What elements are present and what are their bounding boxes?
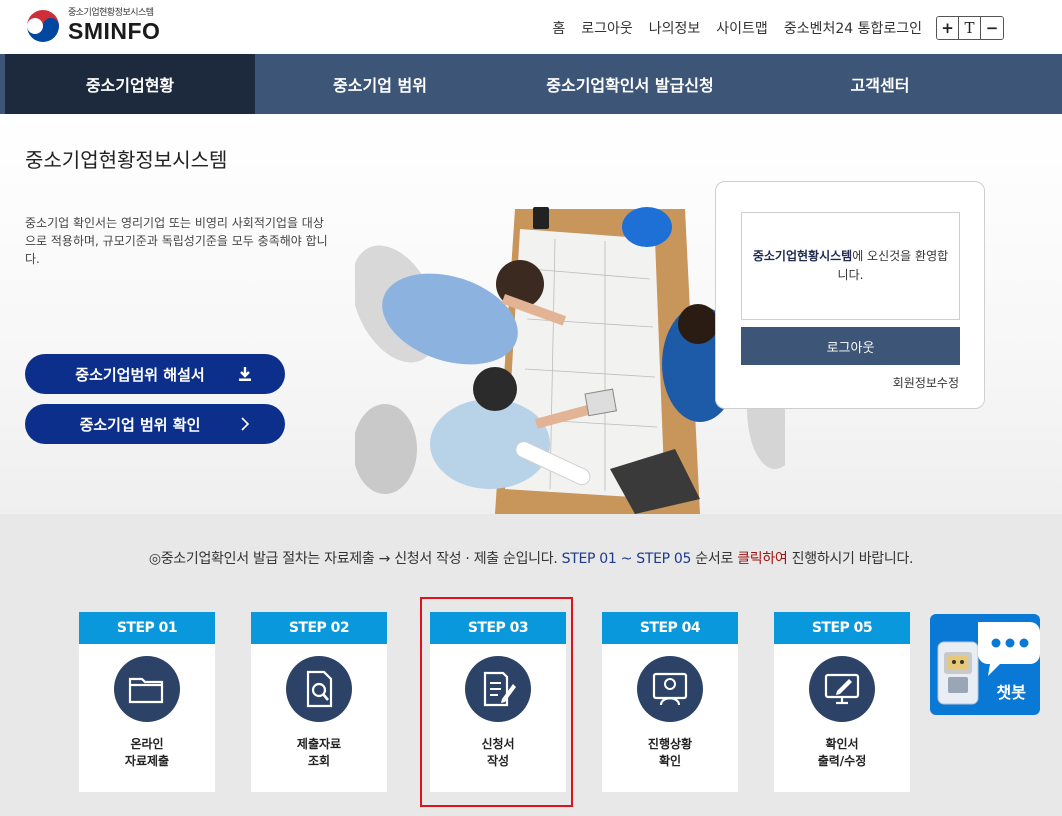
step-01-label-line1: 온라인: [130, 737, 164, 751]
notice-prefix: ◎중소기업확인서 발급 절차는 자료제출 → 신청서 작성 · 제출 순입니다.: [148, 551, 562, 567]
taegeuk-logo-icon: [26, 9, 60, 42]
step-04-header: STEP 04: [602, 612, 738, 644]
page-title: 중소기업현황정보시스템: [25, 148, 228, 172]
member-info-edit-link[interactable]: 회원정보수정: [893, 374, 959, 391]
top-menu-logout[interactable]: 로그아웃: [581, 18, 633, 38]
font-decrease-button[interactable]: −: [981, 17, 1003, 39]
step-02-card[interactable]: STEP 02 제출자료 조회: [251, 612, 387, 792]
sme-scope-check-button[interactable]: 중소기업 범위 확인: [25, 404, 285, 444]
welcome-system-name: 중소기업현황시스템: [752, 249, 853, 263]
font-size-controls: + T −: [936, 16, 1004, 40]
steps-section: ◎중소기업확인서 발급 절차는 자료제출 → 신청서 작성 · 제출 순입니다.…: [0, 514, 1062, 816]
sme-guide-download-label: 중소기업범위 해설서: [75, 365, 205, 384]
top-menu-sitemap[interactable]: 사이트맵: [716, 18, 768, 38]
step-05-label: 확인서 출력/수정: [774, 736, 910, 770]
step-04-label: 진행상황 확인: [602, 736, 738, 770]
notice-click: 클릭하여: [737, 551, 788, 567]
monitor-edit-icon: [809, 656, 875, 722]
hero-section: 중소기업현황정보시스템 중소기업 확인서는 영리기업 또는 비영리 사회적기업을…: [0, 114, 1062, 514]
step-01-card[interactable]: STEP 01 온라인 자료제출: [79, 612, 215, 792]
logo-title: SMINFO: [68, 18, 161, 44]
nav-sme-scope[interactable]: 중소기업 범위: [255, 54, 505, 114]
step-01-header: STEP 01: [79, 612, 215, 644]
nav-customer-center[interactable]: 고객센터: [755, 54, 1005, 114]
login-panel: 중소기업현황시스템에 오신것을 환영합니다. 로그아웃 회원정보수정: [715, 181, 985, 409]
step-05-header: STEP 05: [774, 612, 910, 644]
notice-suffix: 진행하시기 바랍니다.: [787, 551, 914, 567]
top-menu-home[interactable]: 홈: [552, 18, 565, 38]
document-search-icon: [286, 656, 352, 722]
step-01-label-line2: 자료제출: [124, 754, 170, 768]
user-monitor-icon: [637, 656, 703, 722]
chevron-right-icon: [235, 414, 255, 434]
welcome-message: 중소기업현황시스템에 오신것을 환영합니다.: [741, 212, 960, 320]
sme-guide-download-button[interactable]: 중소기업범위 해설서: [25, 354, 285, 394]
main-navigation: 중소기업현황 중소기업 범위 중소기업확인서 발급신청 고객센터: [0, 54, 1062, 114]
download-icon: [235, 364, 255, 384]
step-02-label-line2: 조회: [307, 754, 331, 768]
notice-steps: STEP 01 ~ STEP 05: [561, 551, 692, 567]
step-04-label-line2: 확인: [658, 754, 682, 768]
top-menu: 홈 로그아웃 나의정보 사이트맵 중소벤처24 통합로그인: [536, 18, 922, 38]
top-menu-integrated-login[interactable]: 중소벤처24 통합로그인: [784, 18, 922, 38]
step-05-label-line1: 확인서: [825, 737, 859, 751]
sme-scope-check-label: 중소기업 범위 확인: [79, 415, 201, 434]
step-02-label-line1: 제출자료: [296, 737, 342, 751]
nav-sme-status[interactable]: 중소기업현황: [0, 54, 255, 114]
step-05-card[interactable]: STEP 05 확인서 출력/수정: [774, 612, 910, 792]
step-01-label: 온라인 자료제출: [79, 736, 215, 770]
site-logo[interactable]: 중소기업현황정보시스템 SMINFO: [26, 8, 160, 43]
notice-mid: 순서로: [691, 551, 738, 567]
font-reset-button[interactable]: T: [959, 17, 981, 39]
folder-icon: [114, 656, 180, 722]
step-02-label: 제출자료 조회: [251, 736, 387, 770]
step-04-card[interactable]: STEP 04 진행상황 확인: [602, 612, 738, 792]
header: 중소기업현황정보시스템 SMINFO 홈 로그아웃 나의정보 사이트맵 중소벤처…: [0, 0, 1062, 54]
welcome-text: 에 오신것을 환영합니다.: [837, 249, 949, 282]
font-increase-button[interactable]: +: [937, 17, 959, 39]
nav-certificate-apply[interactable]: 중소기업확인서 발급신청: [505, 54, 755, 114]
step-04-label-line1: 진행상황: [647, 737, 693, 751]
hero-description: 중소기업 확인서는 영리기업 또는 비영리 사회적기업을 대상으로 적용하며, …: [25, 216, 328, 266]
chatbot-label: 챗봇: [996, 683, 1026, 702]
top-menu-my-info[interactable]: 나의정보: [649, 18, 701, 38]
step-03-highlight-box: [420, 597, 573, 807]
chatbot-button[interactable]: 챗봇: [930, 614, 1040, 715]
procedure-notice: ◎중소기업확인서 발급 절차는 자료제출 → 신청서 작성 · 제출 순입니다.…: [0, 548, 1062, 568]
step-05-label-line2: 출력/수정: [817, 754, 867, 768]
step-02-header: STEP 02: [251, 612, 387, 644]
logout-button[interactable]: 로그아웃: [741, 327, 960, 365]
